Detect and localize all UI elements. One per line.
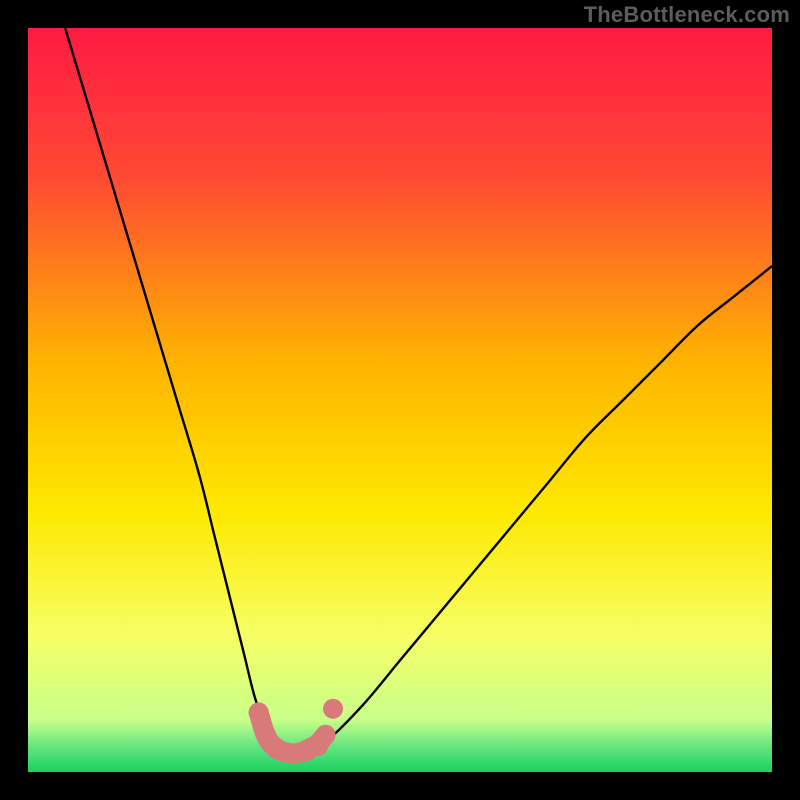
curve-marker (308, 736, 328, 756)
plot-area (28, 28, 772, 772)
curve-marker (249, 702, 269, 722)
bottleneck-chart (28, 28, 772, 772)
watermark-text: TheBottleneck.com (584, 2, 790, 28)
chart-frame: TheBottleneck.com (0, 0, 800, 800)
curve-marker (323, 699, 343, 719)
